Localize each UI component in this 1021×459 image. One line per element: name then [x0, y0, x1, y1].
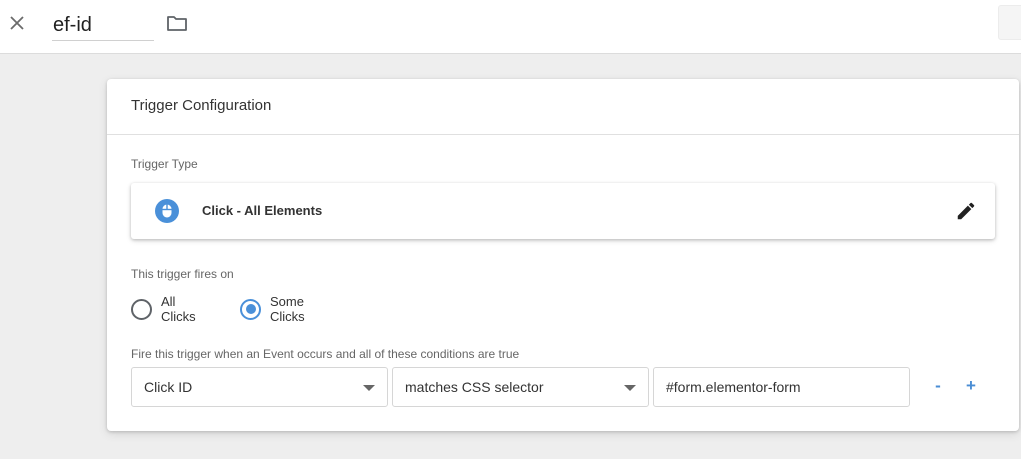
pencil-icon[interactable]: [955, 200, 977, 222]
fires-on-label: This trigger fires on: [131, 267, 234, 281]
radio-some-clicks[interactable]: Some Clicks: [240, 294, 305, 324]
trigger-name-input[interactable]: [52, 8, 154, 41]
dropdown-arrow-icon: [624, 385, 636, 391]
folder-icon: [167, 16, 187, 31]
trigger-type-label: Trigger Type: [131, 157, 198, 171]
add-condition-button[interactable]: +: [961, 376, 981, 396]
folder-button[interactable]: [165, 12, 189, 34]
radio-button-checked[interactable]: [240, 298, 261, 320]
close-button[interactable]: [6, 12, 28, 34]
radio-button-unchecked[interactable]: [131, 298, 152, 320]
remove-condition-button[interactable]: -: [928, 376, 948, 396]
trigger-type-selector[interactable]: Click - All Elements: [131, 183, 995, 239]
trigger-type-name: Click - All Elements: [202, 203, 323, 218]
conditions-label: Fire this trigger when an Event occurs a…: [131, 347, 520, 361]
radio-label: Some Clicks: [270, 294, 305, 324]
mouse-click-icon: [155, 199, 179, 223]
condition-value-input[interactable]: [653, 367, 910, 407]
operator-select-value: matches CSS selector: [405, 379, 544, 395]
trigger-configuration-card: Trigger Configuration Trigger Type Click…: [107, 79, 1019, 431]
save-button[interactable]: [998, 5, 1021, 40]
card-header: Trigger Configuration: [107, 79, 1019, 135]
dropdown-arrow-icon: [363, 385, 375, 391]
variable-select[interactable]: Click ID: [131, 367, 388, 407]
radio-label: All Clicks: [161, 294, 196, 324]
radio-all-clicks[interactable]: All Clicks: [131, 294, 196, 324]
close-icon: [10, 16, 24, 30]
top-bar: [0, 0, 1021, 54]
variable-select-value: Click ID: [144, 379, 193, 395]
card-title: Trigger Configuration: [131, 97, 272, 114]
operator-select[interactable]: matches CSS selector: [392, 367, 649, 407]
